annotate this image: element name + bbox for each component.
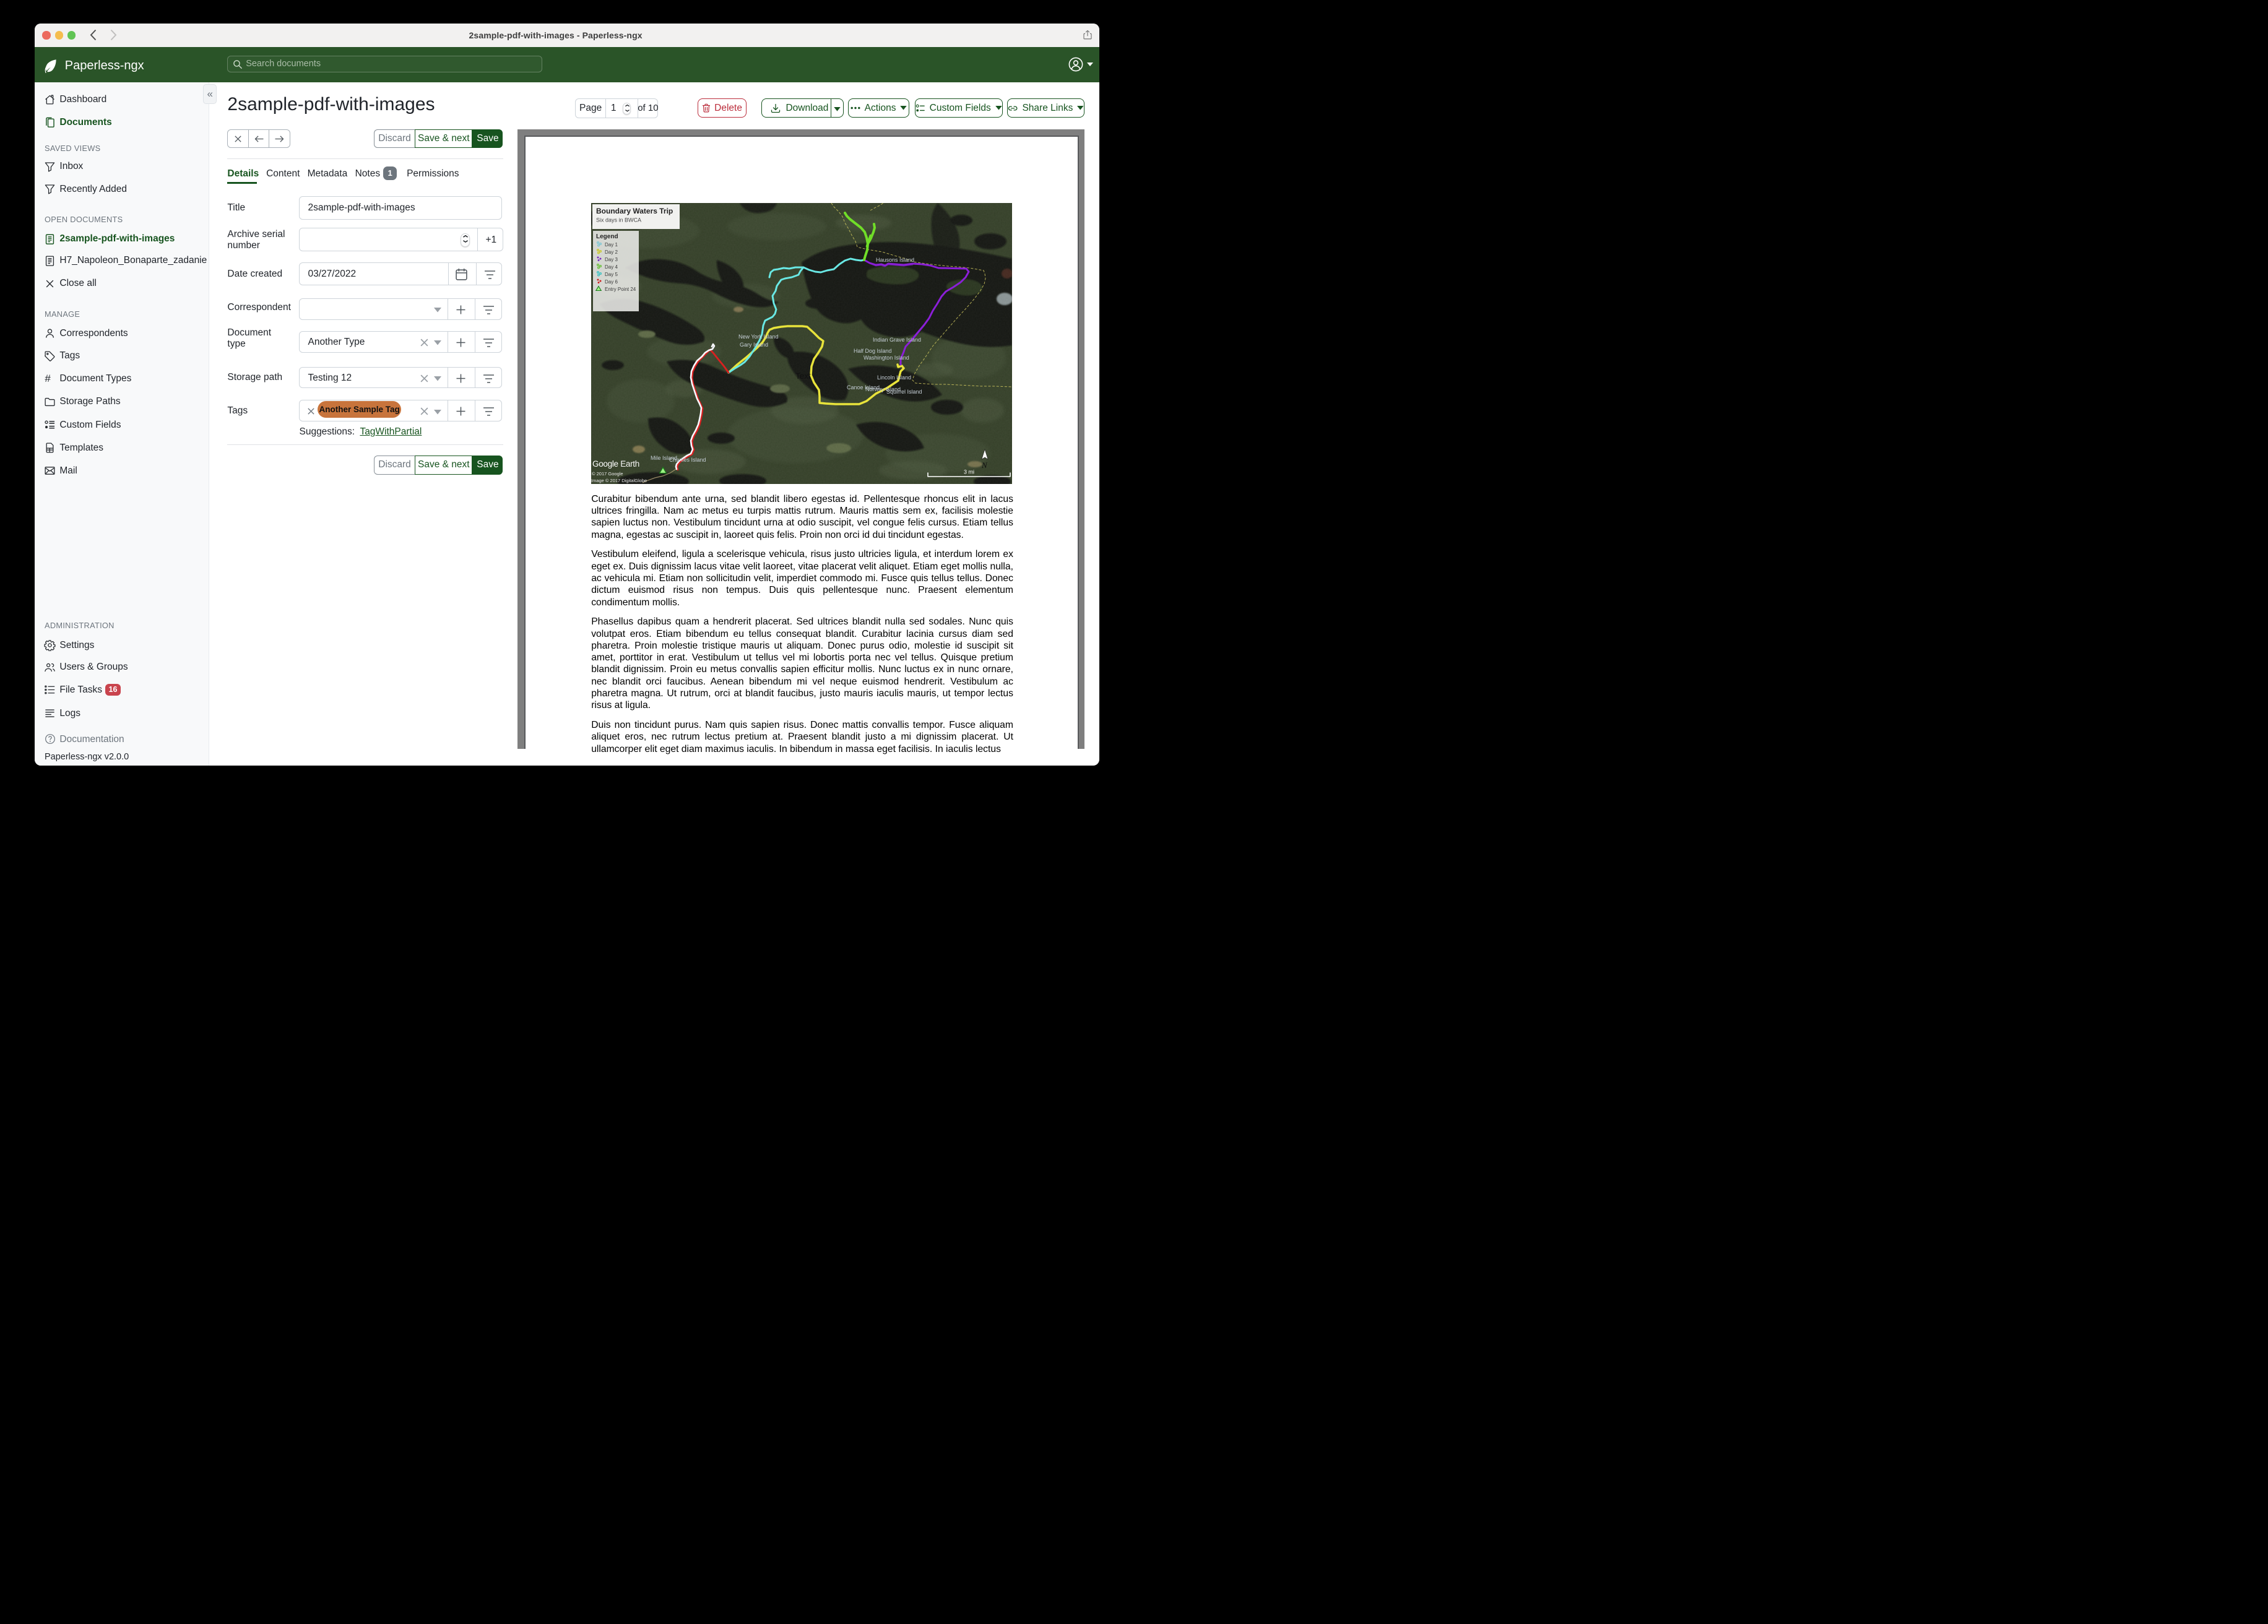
svg-text:Text: Text — [795, 371, 811, 381]
svg-text:© 2017 Google: © 2017 Google — [592, 471, 623, 477]
svg-text:Washington Island: Washington Island — [863, 355, 909, 361]
svg-text:Six days in BWCA: Six days in BWCA — [596, 217, 641, 223]
svg-text:Charlies Island: Charlies Island — [669, 457, 706, 463]
svg-text:Day 5: Day 5 — [605, 272, 618, 277]
svg-text:Day 3: Day 3 — [605, 257, 618, 262]
svg-text:Squirrel Island: Squirrel Island — [886, 389, 922, 395]
svg-text:Indian Grave Island: Indian Grave Island — [873, 337, 921, 343]
svg-text:N: N — [981, 460, 988, 470]
svg-text:Hausons Island: Hausons Island — [876, 257, 914, 263]
svg-text:Legend: Legend — [596, 233, 618, 240]
svg-text:Day 6: Day 6 — [605, 279, 618, 285]
svg-text:Entry Point 24: Entry Point 24 — [605, 287, 636, 292]
svg-text:Half Dog Island: Half Dog Island — [854, 348, 892, 354]
svg-text:Day 2: Day 2 — [605, 249, 618, 255]
svg-text:Image © 2017 DigitalGlobe: Image © 2017 DigitalGlobe — [591, 478, 647, 483]
svg-text:Google Earth: Google Earth — [592, 459, 639, 469]
svg-text:Boundary Waters Trip: Boundary Waters Trip — [596, 207, 673, 215]
svg-text:Lincoln Island: Lincoln Island — [877, 374, 911, 381]
svg-text:Day 4: Day 4 — [605, 264, 618, 270]
svg-text:Day 1: Day 1 — [605, 242, 618, 248]
svg-text:New York Island: New York Island — [738, 334, 779, 340]
svg-text:3 mi: 3 mi — [964, 469, 974, 475]
svg-text:Gary Island: Gary Island — [740, 342, 768, 348]
